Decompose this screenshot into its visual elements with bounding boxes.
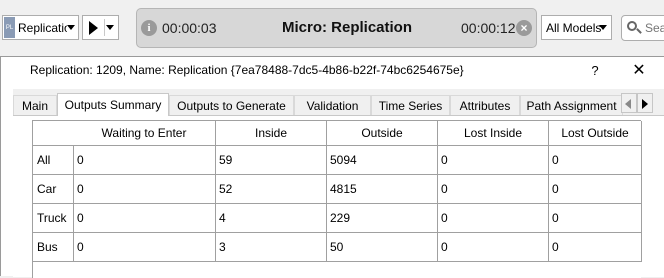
table-row: Truck 0 4 229 0 0 (33, 204, 642, 233)
outputs-summary-table: Waiting to Enter Inside Outside Lost Ins… (32, 120, 642, 278)
table-cell: 0 (438, 204, 549, 233)
models-select-value: All Models (546, 20, 602, 35)
simulation-panel: i 00:00:03 Micro: Replication 00:00:12 × (136, 8, 537, 48)
table-row: All 0 59 5094 0 0 (33, 146, 642, 175)
tab-scroll-right-button[interactable] (637, 93, 653, 113)
simulation-start-time: 00:00:03 (162, 20, 217, 36)
pl-icon: PL (4, 17, 15, 38)
search-input[interactable] (645, 20, 664, 36)
chevron-down-icon (67, 25, 75, 30)
table-cell: 0 (549, 233, 642, 262)
help-button[interactable]: ? (585, 60, 605, 80)
simulation-end-time: 00:00:12 (461, 20, 516, 36)
models-select[interactable]: All Models (541, 15, 612, 40)
corner-cell (33, 121, 73, 146)
table-cell: 0 (438, 146, 549, 175)
table-cell: 0 (73, 175, 216, 204)
table-cell: 229 (327, 204, 438, 233)
tab-main[interactable]: Main (13, 95, 57, 115)
tab-time-series[interactable]: Time Series (371, 95, 450, 115)
table-row: Bus 0 3 50 0 0 (33, 233, 642, 262)
replication-select[interactable]: PL Replicatio (2, 15, 79, 40)
simulation-title: Micro: Replication (282, 19, 413, 36)
outputs-summary-page: Waiting to Enter Inside Outside Lost Ins… (13, 115, 664, 278)
tab-scroll-left-button[interactable] (621, 93, 637, 113)
table-cell: 0 (549, 204, 642, 233)
column-header: Waiting to Enter (73, 121, 216, 146)
column-header: Lost Outside (549, 121, 642, 146)
tab-outputs-to-generate[interactable]: Outputs to Generate (169, 95, 294, 115)
tab-area: Main Outputs Summary Outputs to Generate… (13, 89, 664, 278)
column-header: Outside (327, 121, 438, 146)
table-cell: 59 (216, 146, 327, 175)
table-cell: 5094 (327, 146, 438, 175)
table-cell: 0 (549, 175, 642, 204)
column-header: Lost Inside (438, 121, 549, 146)
search-box[interactable] (621, 15, 664, 41)
play-button[interactable] (82, 15, 119, 40)
play-icon (89, 21, 98, 35)
table-cell: 0 (73, 233, 216, 262)
tab-attributes[interactable]: Attributes (450, 95, 520, 115)
chevron-down-icon (599, 25, 607, 30)
close-button[interactable]: ✕ (629, 60, 649, 80)
replication-select-value: Replicatio (18, 20, 67, 35)
tab-outputs-summary[interactable]: Outputs Summary (57, 93, 169, 116)
table-header-row: Waiting to Enter Inside Outside Lost Ins… (33, 121, 642, 146)
table-cell: 4 (216, 204, 327, 233)
table-cell: 0 (73, 204, 216, 233)
table-cell: 0 (73, 146, 216, 175)
chevron-right-icon (642, 99, 648, 109)
toolbar: PL Replicatio i 00:00:03 Micro: Replicat… (0, 0, 664, 56)
table-cell: 50 (327, 233, 438, 262)
replication-dialog: Replication: 1209, Name: Replication {7e… (0, 56, 664, 278)
table-cell: 3 (216, 233, 327, 262)
table-cell: 52 (216, 175, 327, 204)
table-cell: 0 (549, 146, 642, 175)
table-cell: 0 (438, 175, 549, 204)
chevron-left-icon (625, 99, 631, 109)
table-cell: 0 (438, 233, 549, 262)
table-row: Car 0 52 4815 0 0 (33, 175, 642, 204)
row-header: Car (33, 175, 73, 204)
row-header: All (33, 146, 73, 175)
tab-validation[interactable]: Validation (294, 95, 371, 115)
dialog-title: Replication: 1209, Name: Replication {7e… (30, 63, 464, 77)
info-icon[interactable]: i (141, 20, 157, 36)
tab-path-assignment[interactable]: Path Assignment (520, 95, 623, 115)
stop-icon[interactable]: × (516, 20, 532, 36)
column-header: Inside (216, 121, 327, 146)
play-button-divider (104, 19, 105, 36)
row-header: Bus (33, 233, 73, 262)
table-cell: 4815 (327, 175, 438, 204)
row-header: Truck (33, 204, 73, 233)
chevron-down-icon[interactable] (106, 25, 114, 30)
search-icon-handle (636, 28, 642, 34)
